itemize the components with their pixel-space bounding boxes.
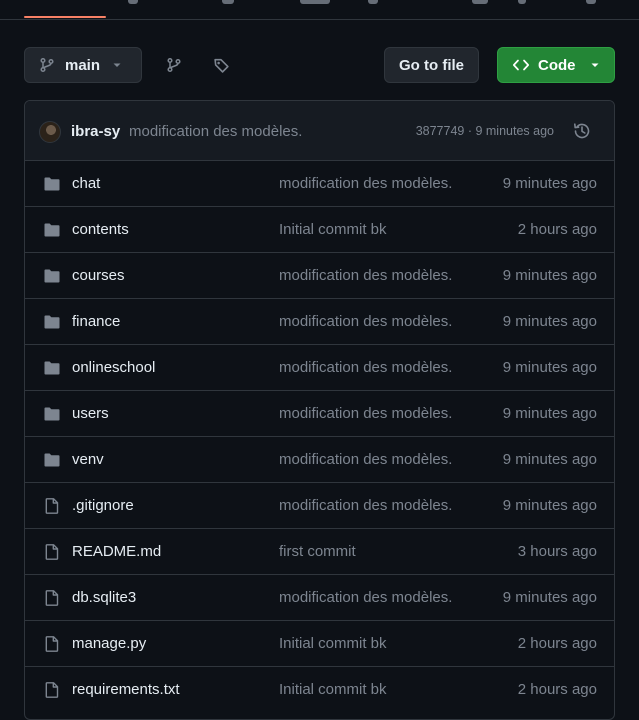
file-commit-date: 9 minutes ago [502, 267, 597, 284]
file-commit-message-link[interactable]: Initial commit bk [279, 221, 387, 238]
file-list: chat modification des modèles. 9 minutes a… [25, 161, 614, 713]
file-commit-date: 9 minutes ago [502, 589, 597, 606]
caret-down-icon [591, 63, 598, 67]
git-branch-icon [40, 57, 54, 73]
file-commit-date: 2 hours ago [517, 635, 597, 652]
file-commit-message-link[interactable]: modification des modèles. [279, 359, 452, 376]
repo-toolbar: main Go to file Code [24, 47, 615, 83]
file-name-link[interactable]: chat [72, 175, 100, 192]
active-tab-underline [24, 16, 106, 18]
tab-label-fragment[interactable] [518, 0, 526, 4]
code-icon [512, 59, 530, 71]
file-icon [43, 681, 61, 699]
tab-icon-fragment[interactable] [368, 0, 378, 4]
file-commit-message-link[interactable]: modification des modèles. [279, 589, 452, 606]
commit-hash-time[interactable]: 3877749 · 9 minutes ago [416, 124, 554, 138]
file-icon [43, 497, 61, 515]
file-icon [43, 543, 61, 561]
file-commit-date: 3 hours ago [517, 543, 597, 560]
file-commit-message-link[interactable]: modification des modèles. [279, 451, 452, 468]
file-name-link[interactable]: finance [72, 313, 120, 330]
file-name-link[interactable]: contents [72, 221, 129, 238]
file-row[interactable]: users modification des modèles. 9 minutes … [25, 391, 614, 437]
branch-select-button[interactable]: main [24, 47, 142, 83]
file-row[interactable]: finance modification des modèles. 9 minute… [25, 299, 614, 345]
file-row[interactable]: onlineschool modification des modèles. 9 m… [25, 345, 614, 391]
file-name-link[interactable]: manage.py [72, 635, 146, 652]
file-row[interactable]: db.sqlite3 modification des modèles. 9 min… [25, 575, 614, 621]
tag-icon [213, 58, 229, 73]
tab-icon-fragment[interactable] [472, 0, 488, 4]
code-label: Code [538, 56, 576, 74]
git-branch-icon [167, 57, 181, 73]
file-name-link[interactable]: README.md [72, 543, 161, 560]
folder-icon [43, 405, 61, 423]
file-row[interactable]: venv modification des modèles. 9 minutes a… [25, 437, 614, 483]
branch-label: main [65, 56, 101, 74]
file-row[interactable]: contents Initial commit bk 2 hours ago [25, 207, 614, 253]
go-to-file-label: Go to file [399, 56, 464, 74]
file-row[interactable]: chat modification des modèles. 9 minutes a… [25, 161, 614, 207]
file-name-link[interactable]: onlineschool [72, 359, 155, 376]
folder-icon [43, 313, 61, 331]
branches-button[interactable] [156, 47, 192, 83]
file-row[interactable]: .gitignore modification des modèles. 9 min… [25, 483, 614, 529]
avatar[interactable] [39, 121, 61, 143]
file-name-link[interactable]: .gitignore [72, 497, 134, 514]
file-row[interactable]: manage.py Initial commit bk 2 hours ago [25, 621, 614, 667]
history-icon[interactable] [572, 121, 592, 141]
folder-icon [43, 359, 61, 377]
file-name-link[interactable]: venv [72, 451, 104, 468]
file-name-link[interactable]: users [72, 405, 109, 422]
file-commit-message-link[interactable]: modification des modèles. [279, 497, 452, 514]
commit-author-link[interactable]: ibra-sy [71, 123, 120, 140]
file-commit-date: 9 minutes ago [502, 359, 597, 376]
repo-nav-tabs [0, 0, 639, 20]
commit-message-link[interactable]: modification des modèles. [129, 123, 302, 140]
tab-label-fragment[interactable] [300, 0, 330, 4]
file-commit-message-link[interactable]: Initial commit bk [279, 635, 387, 652]
tags-button[interactable] [203, 47, 239, 83]
folder-icon [43, 221, 61, 239]
file-commit-date: 9 minutes ago [502, 313, 597, 330]
caret-down-icon [113, 63, 121, 67]
file-icon [43, 589, 61, 607]
folder-icon [43, 267, 61, 285]
latest-commit-bar: ibra-sy modification des modèles. 387774… [25, 101, 614, 161]
folder-icon [43, 451, 61, 469]
file-row[interactable]: README.md first commit 3 hours ago [25, 529, 614, 575]
tab-icon-fragment[interactable] [222, 0, 234, 4]
file-commit-date: 2 hours ago [517, 681, 597, 698]
tab-icon-fragment[interactable] [586, 0, 596, 4]
code-button[interactable]: Code [497, 47, 615, 83]
tab-icon-fragment[interactable] [128, 0, 138, 4]
file-row[interactable]: requirements.txt Initial commit bk 2 hours… [25, 667, 614, 713]
file-commit-message-link[interactable]: modification des modèles. [279, 267, 452, 284]
file-commit-message-link[interactable]: modification des modèles. [279, 313, 452, 330]
file-commit-message-link[interactable]: modification des modèles. [279, 175, 452, 192]
file-name-link[interactable]: courses [72, 267, 125, 284]
go-to-file-button[interactable]: Go to file [384, 47, 479, 83]
file-commit-date: 9 minutes ago [502, 451, 597, 468]
folder-icon [43, 175, 61, 193]
file-commit-date: 9 minutes ago [502, 405, 597, 422]
file-name-link[interactable]: db.sqlite3 [72, 589, 136, 606]
file-commit-date: 2 hours ago [517, 221, 597, 238]
file-commit-message-link[interactable]: first commit [279, 543, 356, 560]
file-icon [43, 635, 61, 653]
file-row[interactable]: courses modification des modèles. 9 minute… [25, 253, 614, 299]
file-commit-date: 9 minutes ago [502, 175, 597, 192]
file-name-link[interactable]: requirements.txt [72, 681, 180, 698]
file-commit-message-link[interactable]: Initial commit bk [279, 681, 387, 698]
file-commit-message-link[interactable]: modification des modèles. [279, 405, 452, 422]
file-commit-date: 9 minutes ago [502, 497, 597, 514]
file-browser: ibra-sy modification des modèles. 387774… [24, 100, 615, 720]
